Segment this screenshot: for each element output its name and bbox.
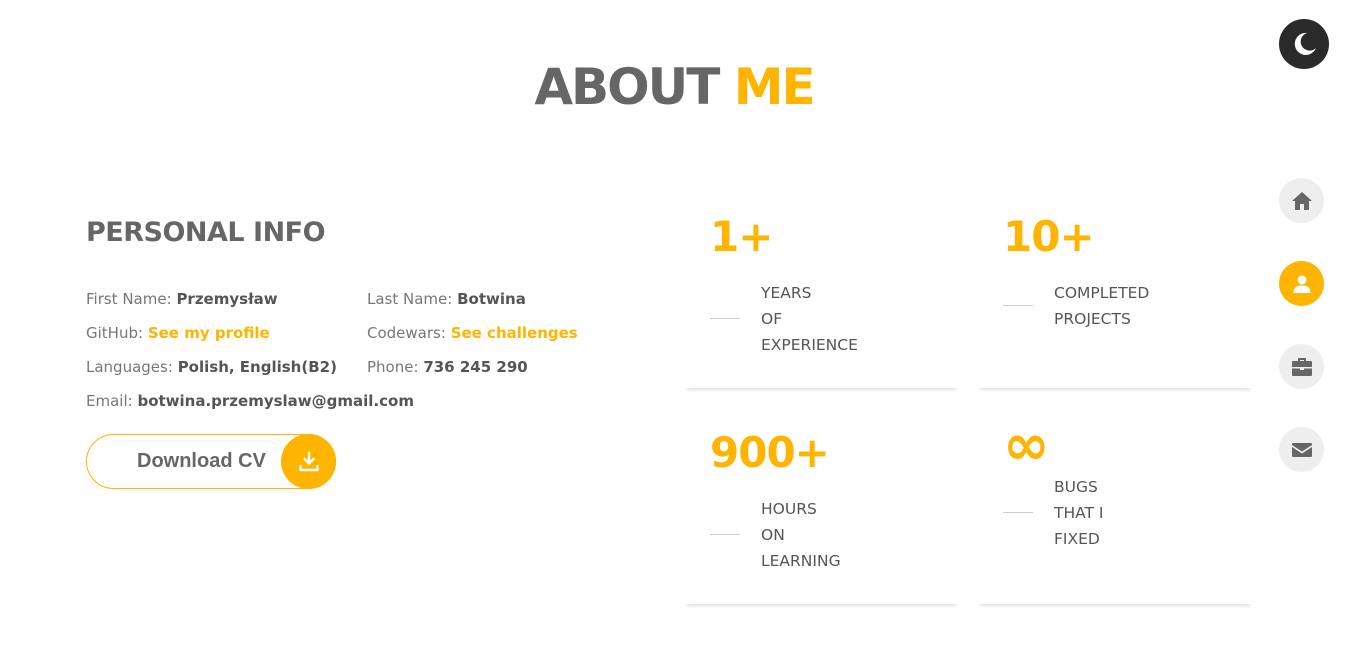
languages-value: Polish, English(B2) (177, 358, 337, 376)
github-profile-link[interactable]: See my profile (148, 324, 270, 342)
stat-label-line: BUGS (1054, 478, 1098, 496)
first-name-value: Przemysław (176, 290, 278, 308)
first-name-row: First Name: Przemysław (86, 290, 278, 308)
nav-portfolio-button[interactable] (1279, 344, 1324, 389)
github-row: GitHub: See my profile (86, 324, 270, 342)
phone-value: 736 245 290 (423, 358, 528, 376)
stat-label: YEARS OF EXPERIENCE (761, 280, 858, 358)
download-cv-button[interactable]: Download CV (86, 434, 336, 489)
user-icon (1293, 275, 1310, 293)
stat-divider (710, 534, 740, 535)
email-label: Email: (86, 392, 133, 410)
last-name-label: Last Name: (367, 290, 453, 308)
email-row: Email: botwina.przemyslaw@gmail.com (86, 392, 414, 410)
nav-about-button[interactable] (1279, 261, 1324, 306)
stat-card-experience: 1+ YEARS OF EXPERIENCE (684, 188, 960, 388)
stat-divider (710, 318, 740, 319)
stat-number: 10+ (1003, 212, 1095, 261)
stat-card-bugs: ∞ BUGS THAT I FIXED (977, 404, 1253, 604)
stat-divider (1003, 305, 1033, 306)
stat-label-line: HOURS (761, 500, 817, 518)
page-title: ABOUT ME (0, 58, 1348, 116)
last-name-row: Last Name: Botwina (367, 290, 526, 308)
personal-info-heading: PERSONAL INFO (86, 217, 326, 248)
stat-label-line: THAT I (1054, 504, 1104, 522)
last-name-value: Botwina (457, 290, 526, 308)
stat-number: ∞ (1003, 413, 1050, 478)
codewars-label: Codewars: (367, 324, 446, 342)
title-main: ABOUT (534, 58, 720, 116)
codewars-row: Codewars: See challenges (367, 324, 578, 342)
codewars-challenges-link[interactable]: See challenges (451, 324, 578, 342)
languages-label: Languages: (86, 358, 173, 376)
theme-toggle-button[interactable] (1279, 19, 1329, 69)
stat-label-line: COMPLETED (1054, 284, 1150, 302)
stat-label-line: LEARNING (761, 552, 841, 570)
email-value: botwina.przemyslaw@gmail.com (137, 392, 414, 410)
nav-contact-button[interactable] (1279, 427, 1324, 472)
stat-label-line: PROJECTS (1054, 310, 1131, 328)
stat-label: HOURS ON LEARNING (761, 496, 841, 574)
nav-home-button[interactable] (1279, 178, 1324, 223)
stat-card-projects: 10+ COMPLETED PROJECTS (977, 188, 1253, 388)
phone-row: Phone: 736 245 290 (367, 358, 528, 376)
stat-label: BUGS THAT I FIXED (1054, 474, 1104, 552)
github-label: GitHub: (86, 324, 144, 342)
stat-label-line: YEARS (761, 284, 812, 302)
moon-icon (1294, 32, 1316, 55)
stat-label-line: ON (761, 526, 785, 544)
about-page: ABOUT ME PERSONAL INFO First Name: Przem… (0, 0, 1348, 650)
first-name-label: First Name: (86, 290, 172, 308)
briefcase-icon (1291, 357, 1312, 376)
stat-label-line: FIXED (1054, 530, 1100, 548)
stat-label-line: OF (761, 310, 783, 328)
title-accent: ME (733, 58, 816, 116)
stat-divider (1003, 512, 1033, 513)
stat-card-learning: 900+ HOURS ON LEARNING (684, 404, 960, 604)
stat-number: 1+ (710, 212, 773, 261)
phone-label: Phone: (367, 358, 419, 376)
stat-label: COMPLETED PROJECTS (1054, 280, 1149, 332)
home-icon (1291, 191, 1312, 210)
envelope-icon (1291, 442, 1312, 457)
download-icon (281, 434, 336, 489)
languages-row: Languages: Polish, English(B2) (86, 358, 337, 376)
stat-label-line: EXPERIENCE (761, 336, 858, 354)
download-cv-label: Download CV (137, 450, 266, 472)
stat-number: 900+ (710, 428, 830, 477)
